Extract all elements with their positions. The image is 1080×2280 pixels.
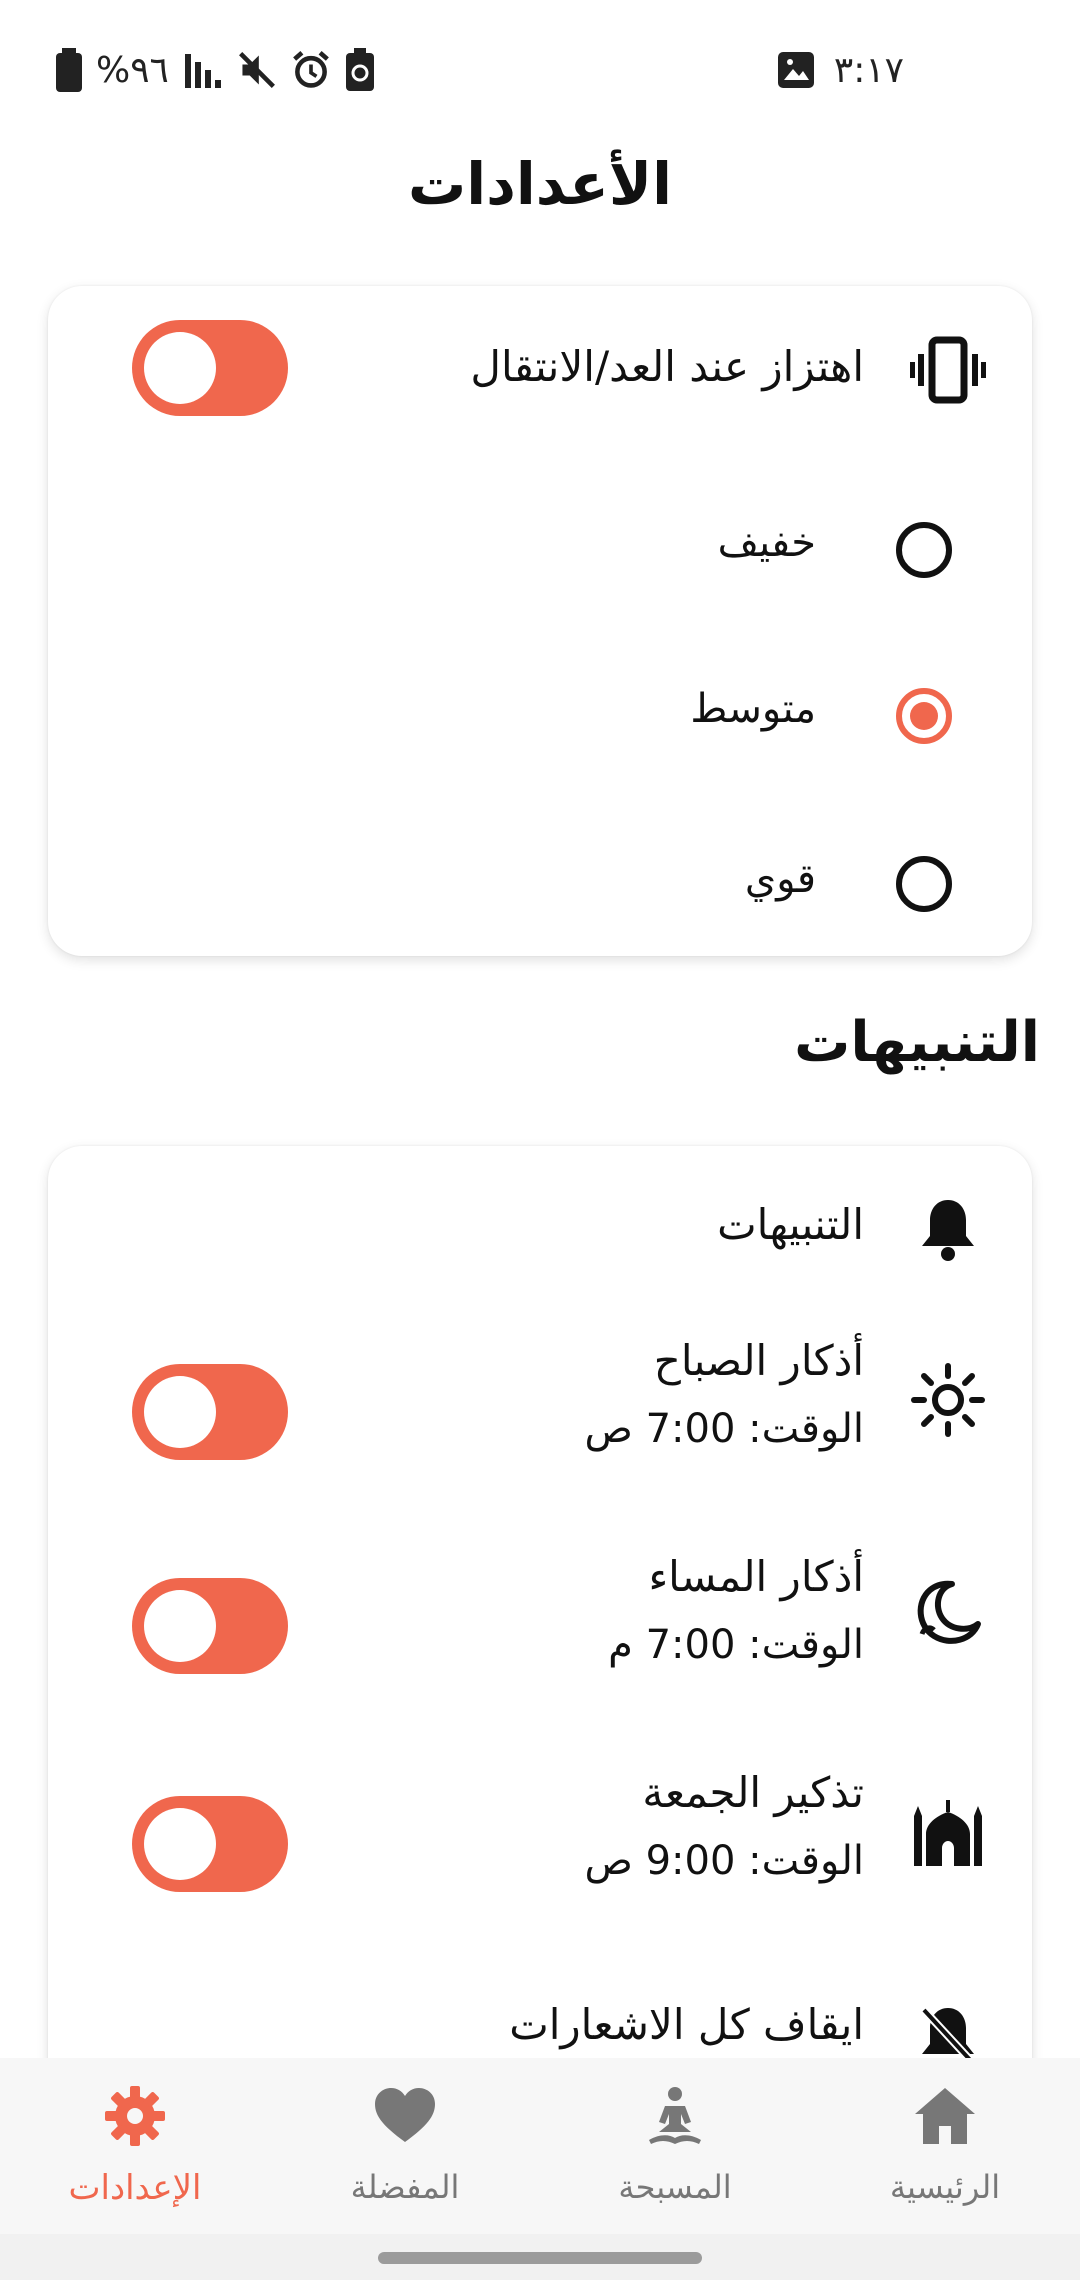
friday-reminder-row: تذكير الجمعة الوقت: 9:00 ص [48,1738,1032,1954]
option-label: متوسط [690,686,816,732]
battery-icon [56,48,82,92]
vibration-card: اهتزاز عند العد/الانتقال خفيف متوسط قوي [48,286,1032,956]
evening-adhkar-row: أذكار المساء الوقت: 7:00 م [48,1522,1032,1738]
disable-all-notifications-title: ايقاف كل الاشعارات [509,2000,864,2049]
bottom-navigation: الإعدادات المفضلة المسبحة الرئيسية [0,2058,1080,2234]
nav-label: الرئيسية [889,2168,1001,2206]
radio-strong[interactable] [896,856,952,912]
gesture-bar [0,2234,1080,2280]
evening-adhkar-toggle[interactable] [132,1578,288,1674]
status-bar: %٩٦ ٣:١٧ [0,0,1080,130]
gear-icon [103,2084,167,2148]
nav-label: المسبحة [618,2168,732,2206]
vibration-toggle[interactable] [132,320,288,416]
vibration-title: اهتزاز عند العد/الانتقال [470,342,864,391]
nav-tasbih[interactable]: المسبحة [540,2058,810,2234]
nav-label: الإعدادات [68,2168,202,2208]
status-bar-right: ٣:١٧ [776,48,904,92]
nav-settings[interactable]: الإعدادات [0,2058,270,2234]
status-bar-left: %٩٦ [56,48,375,92]
toggle-knob [144,332,216,404]
vibration-option-strong[interactable]: قوي [48,802,1032,956]
friday-reminder-time: الوقت: 9:00 ص [584,1838,864,1884]
alarm-icon [291,48,331,92]
settings-screen: %٩٦ ٣:١٧ الأعدادات اهتزاز عند العد/الانت… [0,0,1080,2280]
vibration-option-medium[interactable]: متوسط [48,634,1032,802]
notifications-header-label: التنبيهات [717,1200,864,1249]
notifications-card: التنبيهات أذكار الصباح الوقت: 7:00 ص أذك… [48,1146,1032,2146]
radio-light[interactable] [896,522,952,578]
vibration-option-light[interactable]: خفيف [48,466,1032,634]
mute-icon [237,48,277,92]
nav-favorites[interactable]: المفضلة [270,2058,540,2234]
morning-adhkar-toggle[interactable] [132,1364,288,1460]
option-label: قوي [744,856,816,902]
toggle-knob [144,1590,216,1662]
signal-icon [183,48,223,92]
friday-reminder-title: تذكير الجمعة [642,1768,864,1817]
morning-adhkar-title: أذكار الصباح [653,1336,864,1385]
toggle-knob [144,1376,216,1448]
nav-home[interactable]: الرئيسية [810,2058,1080,2234]
nav-label: المفضلة [350,2168,460,2206]
morning-adhkar-time: الوقت: 7:00 ص [584,1406,864,1452]
sun-icon [910,1362,986,1438]
evening-adhkar-title: أذكار المساء [648,1552,864,1601]
bell-icon [918,1196,978,1262]
battery-saver-icon [345,48,375,92]
moon-icon [910,1576,986,1652]
page-title: الأعدادات [407,150,672,218]
option-label: خفيف [717,520,816,566]
heart-icon [373,2084,437,2148]
friday-reminder-toggle[interactable] [132,1796,288,1892]
evening-adhkar-time: الوقت: 7:00 م [608,1622,864,1668]
battery-percentage: %٩٦ [96,49,169,91]
status-time: ٣:١٧ [833,49,904,91]
meditation-icon [643,2084,707,2148]
home-gesture-handle[interactable] [378,2252,702,2264]
mosque-icon [910,1794,986,1870]
gallery-icon [776,48,816,92]
morning-adhkar-row: أذكار الصباح الوقت: 7:00 ص [48,1306,1032,1522]
notifications-section-title: التنبيهات [794,1010,1040,1075]
home-icon [913,2084,977,2148]
radio-medium[interactable] [896,688,952,744]
toggle-knob [144,1808,216,1880]
vibration-row: اهتزاز عند العد/الانتقال [48,286,1032,466]
notifications-header-row: التنبيهات [48,1146,1032,1306]
vibration-icon [910,332,986,408]
